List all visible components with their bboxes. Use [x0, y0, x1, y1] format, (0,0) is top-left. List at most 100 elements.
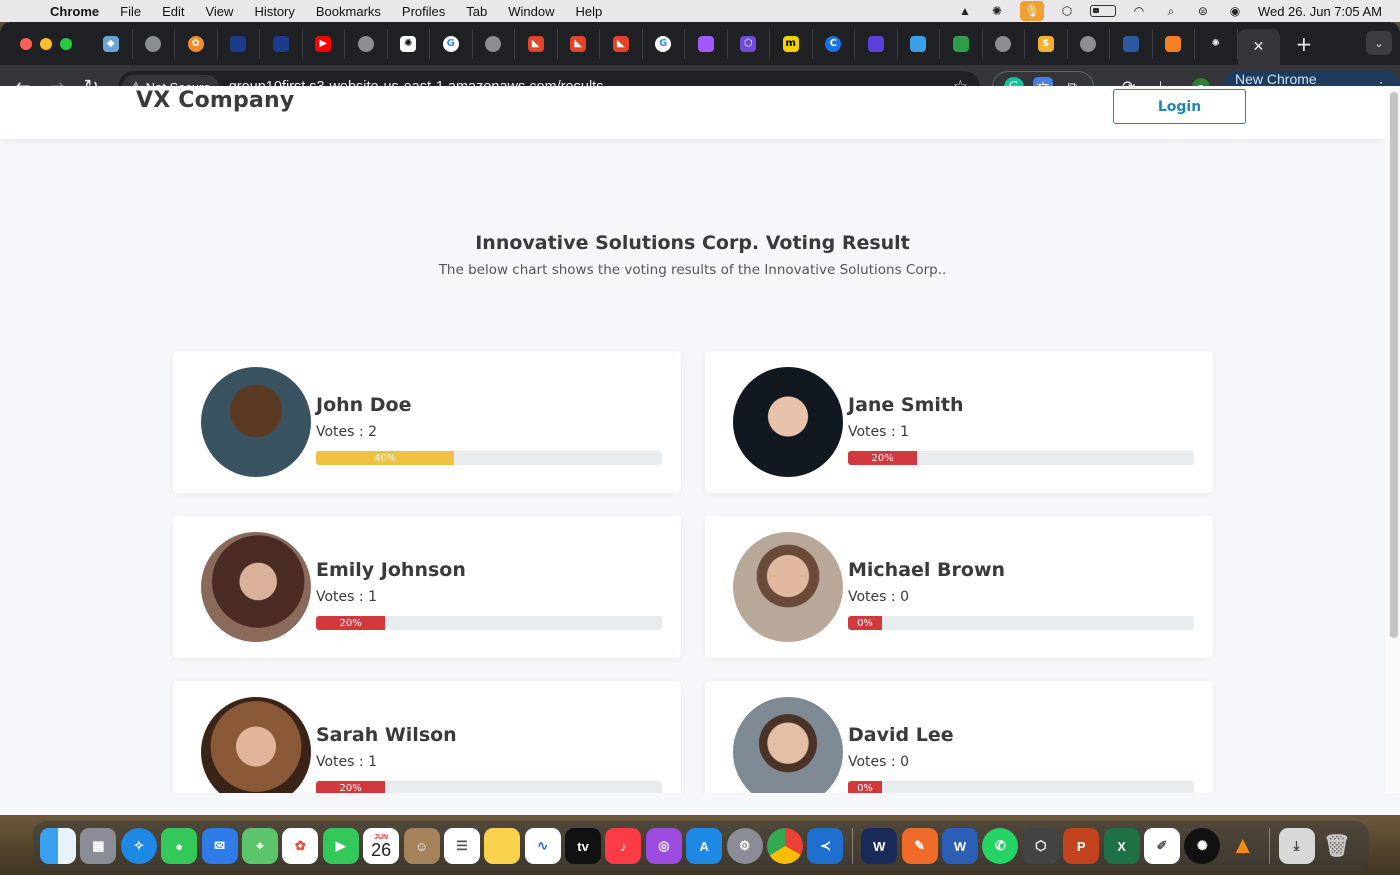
browser-tab[interactable]: [1068, 28, 1110, 59]
webstorm-icon[interactable]: W: [861, 828, 898, 864]
login-button[interactable]: Login: [1113, 89, 1246, 124]
launchpad-icon[interactable]: ▦: [80, 828, 117, 864]
downloads-folder-icon[interactable]: ⤓: [1278, 828, 1315, 864]
zoom-window-button[interactable]: [60, 37, 72, 50]
finder-icon[interactable]: [40, 828, 76, 864]
control-center-icon[interactable]: ⊜: [1194, 4, 1212, 18]
textedit-icon[interactable]: ✐: [1143, 828, 1180, 864]
candidate-name: Emily Johnson: [316, 559, 466, 581]
minimize-window-button[interactable]: [40, 37, 52, 50]
excel-icon[interactable]: X: [1103, 828, 1140, 864]
browser-tab[interactable]: ◣: [558, 28, 600, 59]
brand-logo[interactable]: VX Company: [136, 88, 294, 113]
menu-view[interactable]: View: [205, 4, 233, 19]
browser-tab[interactable]: [473, 28, 515, 59]
new-tab-button[interactable]: +: [1296, 32, 1313, 56]
browser-tab[interactable]: ✺: [1195, 28, 1238, 59]
vote-progress-bar: 20%: [316, 616, 662, 630]
browser-tab[interactable]: [898, 28, 940, 59]
browser-tab[interactable]: C: [813, 28, 855, 59]
browser-tab[interactable]: [940, 28, 983, 59]
powerpoint-icon[interactable]: P: [1063, 828, 1100, 864]
tab-search-chevron-icon[interactable]: ⌄: [1366, 31, 1392, 55]
candidate-photo: [733, 532, 843, 642]
word-icon[interactable]: W: [941, 828, 978, 864]
chrome-icon[interactable]: [767, 828, 804, 864]
openai-status-icon[interactable]: ✺: [988, 4, 1006, 18]
menubar-clock[interactable]: Wed 26. Jun 7:05 AM: [1258, 4, 1382, 19]
browser-tab[interactable]: ◆: [90, 28, 133, 59]
menu-tab[interactable]: Tab: [466, 4, 487, 19]
browser-tab[interactable]: [983, 28, 1025, 59]
vlc-icon[interactable]: ▲: [1225, 828, 1261, 864]
browser-tab[interactable]: [345, 28, 388, 59]
menu-bookmarks[interactable]: Bookmarks: [316, 4, 381, 19]
menu-edit[interactable]: Edit: [162, 4, 184, 19]
browser-tab[interactable]: [260, 28, 303, 59]
wifi-icon[interactable]: ◠: [1130, 4, 1148, 18]
close-window-button[interactable]: [20, 37, 32, 50]
browser-tab[interactable]: [133, 28, 175, 59]
whatsapp-icon[interactable]: ✆: [982, 828, 1019, 864]
browser-tab[interactable]: [218, 28, 260, 59]
menu-profiles[interactable]: Profiles: [402, 4, 445, 19]
scrollbar-thumb[interactable]: [1390, 92, 1398, 638]
browser-tab[interactable]: ◣: [600, 28, 643, 59]
notes-icon[interactable]: [484, 828, 521, 864]
mail-icon[interactable]: ✉: [201, 828, 238, 864]
menu-help[interactable]: Help: [576, 4, 603, 19]
spotlight-search-icon[interactable]: ⌕: [1162, 4, 1180, 18]
siri-icon[interactable]: ◉: [1226, 4, 1244, 18]
active-tab[interactable]: ✕: [1237, 29, 1280, 65]
microphone-icon[interactable]: 🎙: [1019, 1, 1044, 21]
unity-status-icon[interactable]: ⬡: [1058, 4, 1076, 18]
menu-file[interactable]: File: [120, 4, 141, 19]
browser-tab[interactable]: [1153, 28, 1195, 59]
reminders-icon[interactable]: ☰: [443, 828, 480, 864]
vote-progress-bar: 20%: [848, 451, 1194, 465]
maps-icon[interactable]: ⌖: [241, 828, 278, 864]
podcasts-icon[interactable]: ◎: [645, 828, 682, 864]
macos-dock: ▦ ✧ ● ✉ ⌖ ✿ ▶ JUN 26 ☺ ☰ ∿ tv ♪ ◎ A ⚙ ≺ …: [33, 821, 1369, 871]
site-header: VX Company Login: [0, 86, 1385, 139]
browser-tab[interactable]: m: [770, 28, 813, 59]
menu-window[interactable]: Window: [508, 4, 554, 19]
unity-icon[interactable]: ⬡: [1022, 828, 1059, 864]
messages-icon[interactable]: ●: [161, 828, 198, 864]
menu-history[interactable]: History: [254, 4, 294, 19]
freeform-icon[interactable]: ∿: [524, 828, 561, 864]
browser-tab[interactable]: ✺: [388, 28, 430, 59]
browser-tab[interactable]: ⬡: [728, 28, 770, 59]
browser-tab[interactable]: [855, 28, 898, 59]
browser-tab[interactable]: [685, 28, 728, 59]
browser-tab[interactable]: G: [430, 28, 473, 59]
calendar-icon[interactable]: JUN 26: [363, 828, 400, 864]
battery-icon[interactable]: [1089, 5, 1116, 17]
app-store-icon[interactable]: A: [686, 828, 723, 864]
system-settings-icon[interactable]: ⚙: [726, 828, 763, 864]
chatgpt-app-icon[interactable]: ✺: [1184, 828, 1221, 864]
browser-tab[interactable]: ✿: [175, 28, 218, 59]
browser-tab[interactable]: ◣: [515, 28, 558, 59]
music-icon[interactable]: ♪: [605, 828, 642, 864]
chatgpt-icon: ✺: [400, 35, 417, 52]
safari-icon[interactable]: ✧: [120, 828, 157, 864]
gitlab-icon: ◣: [527, 35, 544, 52]
candidate-name: Sarah Wilson: [316, 724, 457, 746]
browser-tab[interactable]: G: [643, 28, 685, 59]
photos-icon[interactable]: ✿: [282, 828, 319, 864]
vlc-status-icon[interactable]: ▲: [956, 4, 974, 18]
tab-favicon-icon: [230, 35, 247, 52]
contacts-icon[interactable]: ☺: [403, 828, 440, 864]
browser-tab[interactable]: ▶: [303, 28, 345, 59]
menu-app-name[interactable]: Chrome: [50, 4, 99, 19]
pen-tool-icon[interactable]: ✎: [901, 828, 938, 864]
trash-icon[interactable]: 🗑: [1319, 828, 1355, 864]
candidate-card-sarah-wilson: Sarah Wilson Votes : 1 20%: [173, 681, 681, 793]
facetime-icon[interactable]: ▶: [322, 828, 359, 864]
apple-tv-icon[interactable]: tv: [565, 828, 602, 864]
vscode-icon[interactable]: ≺: [807, 828, 844, 864]
browser-tab[interactable]: $: [1025, 28, 1068, 59]
browser-tab[interactable]: [1110, 28, 1153, 59]
close-tab-icon[interactable]: ✕: [1253, 39, 1265, 55]
